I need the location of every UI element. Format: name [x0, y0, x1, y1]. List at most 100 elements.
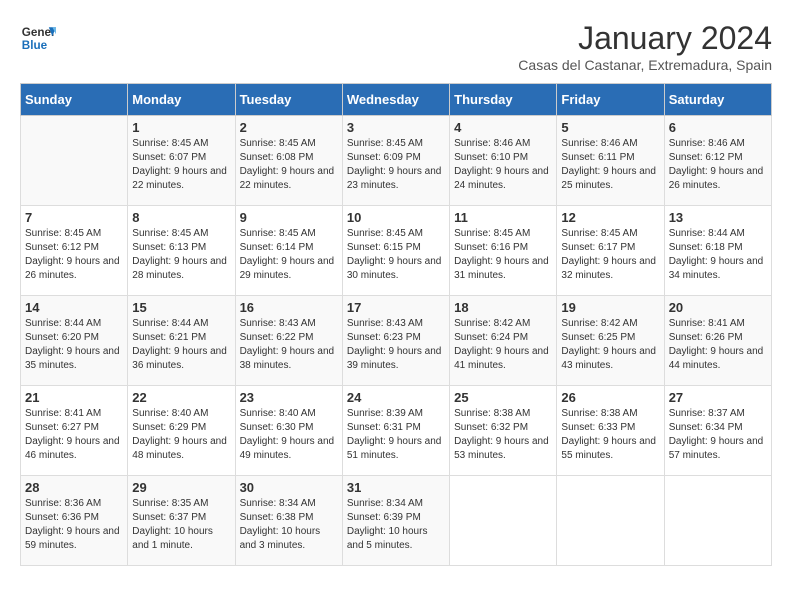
day-number: 6 — [669, 120, 767, 135]
table-row: 19 Sunrise: 8:42 AM Sunset: 6:25 PM Dayli… — [557, 296, 664, 386]
table-row: 12 Sunrise: 8:45 AM Sunset: 6:17 PM Dayli… — [557, 206, 664, 296]
day-number: 19 — [561, 300, 659, 315]
day-number: 22 — [132, 390, 230, 405]
day-info: Sunrise: 8:44 AM Sunset: 6:20 PM Dayligh… — [25, 317, 123, 373]
day-info: Sunrise: 8:34 AM Sunset: 6:39 PM Dayligh… — [347, 497, 445, 553]
month-title: January 2024 — [518, 20, 772, 57]
day-info: Sunrise: 8:36 AM Sunset: 6:36 PM Dayligh… — [25, 497, 123, 553]
day-number: 9 — [240, 210, 338, 225]
table-row: 26 Sunrise: 8:38 AM Sunset: 6:33 PM Dayli… — [557, 386, 664, 476]
header-saturday: Saturday — [664, 84, 771, 116]
day-number: 8 — [132, 210, 230, 225]
header-sunday: Sunday — [21, 84, 128, 116]
table-row: 9 Sunrise: 8:45 AM Sunset: 6:14 PM Daylig… — [235, 206, 342, 296]
table-row — [664, 476, 771, 566]
day-number: 25 — [454, 390, 552, 405]
day-number: 13 — [669, 210, 767, 225]
header-monday: Monday — [128, 84, 235, 116]
table-row: 8 Sunrise: 8:45 AM Sunset: 6:13 PM Daylig… — [128, 206, 235, 296]
day-number: 2 — [240, 120, 338, 135]
table-row: 15Sunrise: 8:44 AM Sunset: 6:21 PM Dayli… — [128, 296, 235, 386]
header-tuesday: Tuesday — [235, 84, 342, 116]
table-row: 27 Sunrise: 8:37 AM Sunset: 6:34 PM Dayli… — [664, 386, 771, 476]
table-row: 5 Sunrise: 8:46 AM Sunset: 6:11 PM Daylig… — [557, 116, 664, 206]
day-number: 5 — [561, 120, 659, 135]
day-info: Sunrise: 8:41 AM Sunset: 6:27 PM Dayligh… — [25, 407, 123, 463]
day-number: 14 — [25, 300, 123, 315]
page-header: General Blue January 2024 Casas del Cast… — [20, 20, 772, 73]
table-row: 31 Sunrise: 8:34 AM Sunset: 6:39 PM Dayli… — [342, 476, 449, 566]
day-info: Sunrise: 8:43 AM Sunset: 6:23 PM Dayligh… — [347, 317, 445, 373]
day-info: Sunrise: 8:45 AM Sunset: 6:13 PM Dayligh… — [132, 227, 230, 283]
day-info: Sunrise: 8:43 AM Sunset: 6:22 PM Dayligh… — [240, 317, 338, 373]
day-info: Sunrise: 8:37 AM Sunset: 6:34 PM Dayligh… — [669, 407, 767, 463]
day-number: 15 — [132, 300, 230, 315]
day-info: Sunrise: 8:38 AM Sunset: 6:32 PM Dayligh… — [454, 407, 552, 463]
calendar-week-row: 7Sunrise: 8:45 AM Sunset: 6:12 PM Daylig… — [21, 206, 772, 296]
table-row: 20 Sunrise: 8:41 AM Sunset: 6:26 PM Dayli… — [664, 296, 771, 386]
table-row: 13Sunrise: 8:44 AM Sunset: 6:18 PM Dayli… — [664, 206, 771, 296]
table-row: 30Sunrise: 8:34 AM Sunset: 6:38 PM Dayli… — [235, 476, 342, 566]
table-row: 7Sunrise: 8:45 AM Sunset: 6:12 PM Daylig… — [21, 206, 128, 296]
day-number: 27 — [669, 390, 767, 405]
day-number: 21 — [25, 390, 123, 405]
day-number: 29 — [132, 480, 230, 495]
day-number: 28 — [25, 480, 123, 495]
day-info: Sunrise: 8:45 AM Sunset: 6:12 PM Dayligh… — [25, 227, 123, 283]
table-row: 17 Sunrise: 8:43 AM Sunset: 6:23 PM Dayli… — [342, 296, 449, 386]
day-info: Sunrise: 8:45 AM Sunset: 6:16 PM Dayligh… — [454, 227, 552, 283]
title-area: January 2024 Casas del Castanar, Extrema… — [518, 20, 772, 73]
table-row: 29Sunrise: 8:35 AM Sunset: 6:37 PM Dayli… — [128, 476, 235, 566]
table-row: 3Sunrise: 8:45 AM Sunset: 6:09 PM Daylig… — [342, 116, 449, 206]
day-info: Sunrise: 8:40 AM Sunset: 6:30 PM Dayligh… — [240, 407, 338, 463]
calendar-week-row: 1 Sunrise: 8:45 AM Sunset: 6:07 PM Daylig… — [21, 116, 772, 206]
day-number: 31 — [347, 480, 445, 495]
table-row: 2 Sunrise: 8:45 AM Sunset: 6:08 PM Daylig… — [235, 116, 342, 206]
day-number: 20 — [669, 300, 767, 315]
day-info: Sunrise: 8:42 AM Sunset: 6:25 PM Dayligh… — [561, 317, 659, 373]
day-number: 24 — [347, 390, 445, 405]
day-number: 12 — [561, 210, 659, 225]
table-row: 11 Sunrise: 8:45 AM Sunset: 6:16 PM Dayli… — [450, 206, 557, 296]
day-number: 11 — [454, 210, 552, 225]
day-info: Sunrise: 8:45 AM Sunset: 6:08 PM Dayligh… — [240, 137, 338, 193]
day-number: 26 — [561, 390, 659, 405]
day-number: 23 — [240, 390, 338, 405]
day-info: Sunrise: 8:45 AM Sunset: 6:14 PM Dayligh… — [240, 227, 338, 283]
day-info: Sunrise: 8:34 AM Sunset: 6:38 PM Dayligh… — [240, 497, 338, 553]
day-info: Sunrise: 8:45 AM Sunset: 6:07 PM Dayligh… — [132, 137, 230, 193]
calendar-week-row: 28 Sunrise: 8:36 AM Sunset: 6:36 PM Dayli… — [21, 476, 772, 566]
day-number: 16 — [240, 300, 338, 315]
table-row — [557, 476, 664, 566]
table-row — [450, 476, 557, 566]
table-row: 1 Sunrise: 8:45 AM Sunset: 6:07 PM Daylig… — [128, 116, 235, 206]
day-info: Sunrise: 8:40 AM Sunset: 6:29 PM Dayligh… — [132, 407, 230, 463]
day-info: Sunrise: 8:45 AM Sunset: 6:17 PM Dayligh… — [561, 227, 659, 283]
day-number: 10 — [347, 210, 445, 225]
location: Casas del Castanar, Extremadura, Spain — [518, 57, 772, 73]
day-number: 17 — [347, 300, 445, 315]
header-thursday: Thursday — [450, 84, 557, 116]
day-number: 18 — [454, 300, 552, 315]
day-info: Sunrise: 8:38 AM Sunset: 6:33 PM Dayligh… — [561, 407, 659, 463]
table-row: 14 Sunrise: 8:44 AM Sunset: 6:20 PM Dayli… — [21, 296, 128, 386]
table-row: 23 Sunrise: 8:40 AM Sunset: 6:30 PM Dayli… — [235, 386, 342, 476]
svg-text:Blue: Blue — [22, 39, 48, 52]
day-info: Sunrise: 8:46 AM Sunset: 6:11 PM Dayligh… — [561, 137, 659, 193]
day-info: Sunrise: 8:41 AM Sunset: 6:26 PM Dayligh… — [669, 317, 767, 373]
table-row: 28 Sunrise: 8:36 AM Sunset: 6:36 PM Dayli… — [21, 476, 128, 566]
table-row: 25 Sunrise: 8:38 AM Sunset: 6:32 PM Dayli… — [450, 386, 557, 476]
table-row: 4Sunrise: 8:46 AM Sunset: 6:10 PM Daylig… — [450, 116, 557, 206]
table-row: 21 Sunrise: 8:41 AM Sunset: 6:27 PM Dayli… — [21, 386, 128, 476]
table-row: 6Sunrise: 8:46 AM Sunset: 6:12 PM Daylig… — [664, 116, 771, 206]
table-row: 10Sunrise: 8:45 AM Sunset: 6:15 PM Dayli… — [342, 206, 449, 296]
day-number: 1 — [132, 120, 230, 135]
header-wednesday: Wednesday — [342, 84, 449, 116]
day-info: Sunrise: 8:42 AM Sunset: 6:24 PM Dayligh… — [454, 317, 552, 373]
day-info: Sunrise: 8:45 AM Sunset: 6:09 PM Dayligh… — [347, 137, 445, 193]
table-row — [21, 116, 128, 206]
logo: General Blue — [20, 20, 56, 56]
day-info: Sunrise: 8:39 AM Sunset: 6:31 PM Dayligh… — [347, 407, 445, 463]
day-number: 4 — [454, 120, 552, 135]
calendar-week-row: 14 Sunrise: 8:44 AM Sunset: 6:20 PM Dayli… — [21, 296, 772, 386]
